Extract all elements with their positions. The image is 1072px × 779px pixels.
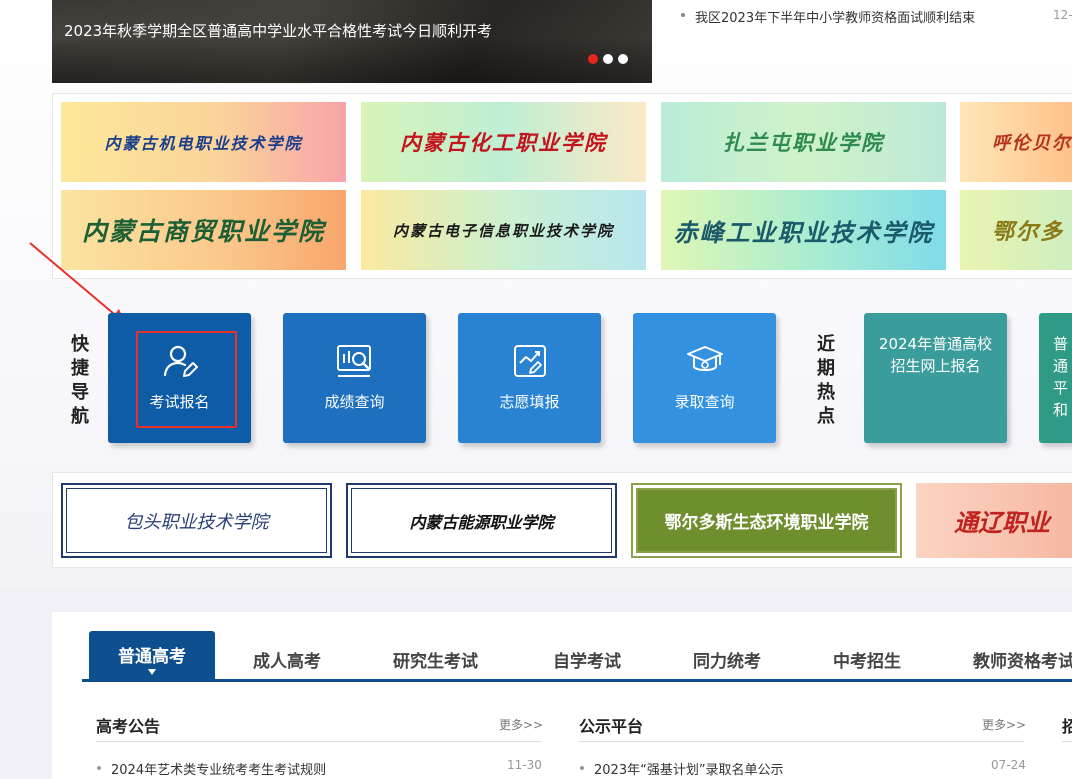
college-banner-4[interactable]: 呼伦贝尔 xyxy=(960,102,1072,182)
carousel-dot-2[interactable] xyxy=(603,54,613,64)
list-item-date: 07-24 xyxy=(991,758,1026,772)
college-banner-3[interactable]: 扎兰屯职业学院 xyxy=(661,102,946,182)
carousel-dot-1[interactable] xyxy=(588,54,598,64)
hot-topics-label-char: 近 xyxy=(817,334,835,355)
college-banner-name: 赤峰工业职业技术学院 xyxy=(673,217,934,247)
quick-nav-label: 快 捷 导 航 xyxy=(68,333,92,429)
admission-query-button[interactable]: 录取查询 xyxy=(633,313,776,443)
top-news-title[interactable]: 我区2023年下半年中小学教师资格面试顺利结束 xyxy=(695,7,975,26)
more-link[interactable]: 更多>> xyxy=(499,716,543,733)
graduation-cap-icon xyxy=(686,346,723,371)
tabs-underline xyxy=(82,679,1072,682)
college-banner-name: 内蒙古电子信息职业技术学院 xyxy=(392,221,614,240)
college-banner-2[interactable]: 内蒙古化工职业学院 xyxy=(361,102,646,182)
highlight-box xyxy=(136,331,237,428)
section-divider xyxy=(96,741,541,742)
hot-topics-label: 近 期 热 点 xyxy=(814,333,838,429)
hot-topic-card-1[interactable]: 2024年普通高校招生网上报名 xyxy=(864,313,1007,443)
score-query-label: 成绩查询 xyxy=(324,393,385,411)
tab-zhongkao[interactable]: 中考招生 xyxy=(833,647,901,672)
tab-teacher-qualification[interactable]: 教师资格考试 xyxy=(973,647,1072,672)
trend-edit-icon xyxy=(513,345,546,377)
list-bullet xyxy=(97,766,101,770)
bottom-banner-4[interactable]: 通辽职业 xyxy=(916,483,1072,558)
quick-nav-label-char: 快 xyxy=(71,334,89,355)
list-item-link[interactable]: 2024年艺术类专业统考考生考试规则 xyxy=(111,759,326,778)
section-title-public-platform: 公示平台 xyxy=(579,717,644,736)
section-divider xyxy=(579,741,1024,742)
chart-search-icon xyxy=(336,345,371,377)
tab-general-gaokao[interactable]: 普通高考 xyxy=(89,631,215,681)
hot-topics-label-char: 期 xyxy=(817,358,835,379)
score-query-button[interactable]: 成绩查询 xyxy=(283,313,426,443)
bottom-banner-name: 通辽职业 xyxy=(954,508,1050,537)
hot-topic-card-2[interactable]: 普通 平 和 xyxy=(1039,313,1072,443)
application-filling-label: 志愿填报 xyxy=(499,393,560,411)
quick-nav-label-char: 导 xyxy=(71,382,89,403)
hot-topics-label-char: 点 xyxy=(817,406,835,427)
top-news-date: 12- xyxy=(1053,8,1072,22)
list-bullet xyxy=(580,766,584,770)
college-banner-name: 鄂尔多 xyxy=(992,219,1065,245)
admission-query-label: 录取查询 xyxy=(674,393,735,411)
hot-topic-text: 普通 平 和 xyxy=(1053,335,1069,419)
bottom-banner-name: 鄂尔多斯生态环境职业学院 xyxy=(664,513,869,533)
carousel-dot-3[interactable] xyxy=(618,54,628,64)
section-title-gaokao-notice: 高考公告 xyxy=(96,717,161,736)
tab-equivalent-exam[interactable]: 同力统考 xyxy=(693,647,761,672)
hot-topic-text: 2024年普通高校招生网上报名 xyxy=(878,335,993,375)
section-divider xyxy=(1062,741,1072,742)
college-banner-8[interactable]: 鄂尔多 xyxy=(960,190,1072,270)
bottom-banner-2[interactable]: 内蒙古能源职业学院 xyxy=(346,483,617,558)
more-link[interactable]: 更多>> xyxy=(982,716,1026,733)
list-item-date: 11-30 xyxy=(507,758,542,772)
college-banner-name: 呼伦贝尔 xyxy=(992,133,1072,154)
bottom-banner-3[interactable]: 鄂尔多斯生态环境职业学院 xyxy=(631,483,902,558)
red-arrow-icon xyxy=(29,242,126,325)
college-banner-name: 扎兰屯职业学院 xyxy=(723,130,884,155)
list-bullet xyxy=(681,13,685,17)
top-news-item[interactable]: 我区2023年下半年中小学教师资格面试顺利结束 12- xyxy=(667,0,1072,43)
tab-label: 普通高考 xyxy=(118,647,186,667)
college-banner-7[interactable]: 赤峰工业职业技术学院 xyxy=(661,190,946,270)
tab-self-study-exam[interactable]: 自学考试 xyxy=(553,647,621,672)
list-item-link[interactable]: 2023年“强基计划”录取名单公示 xyxy=(594,759,784,778)
bottom-banner-name: 包头职业技术学院 xyxy=(124,511,269,533)
application-filling-button[interactable]: 志愿填报 xyxy=(458,313,601,443)
hot-topics-label-char: 热 xyxy=(817,382,835,403)
bottom-banner-name: 内蒙古能源职业学院 xyxy=(409,512,554,532)
news-carousel[interactable]: 2023年秋季学期全区普通高中学业水平合格性考试今日顺利开考 xyxy=(52,0,652,83)
college-banner-name: 内蒙古化工职业学院 xyxy=(400,130,607,155)
quick-nav-label-char: 捷 xyxy=(71,358,89,379)
carousel-dots xyxy=(588,54,628,64)
section-title-enrollment: 招 xyxy=(1062,717,1072,736)
caret-down-icon xyxy=(148,669,156,675)
tab-adult-gaokao[interactable]: 成人高考 xyxy=(253,647,321,672)
bottom-banner-1[interactable]: 包头职业技术学院 xyxy=(61,483,332,558)
tab-graduate-exam[interactable]: 研究生考试 xyxy=(393,647,478,672)
carousel-caption-bar xyxy=(52,0,652,83)
college-banner-6[interactable]: 内蒙古电子信息职业技术学院 xyxy=(361,190,646,270)
quick-nav-label-char: 航 xyxy=(71,406,89,427)
